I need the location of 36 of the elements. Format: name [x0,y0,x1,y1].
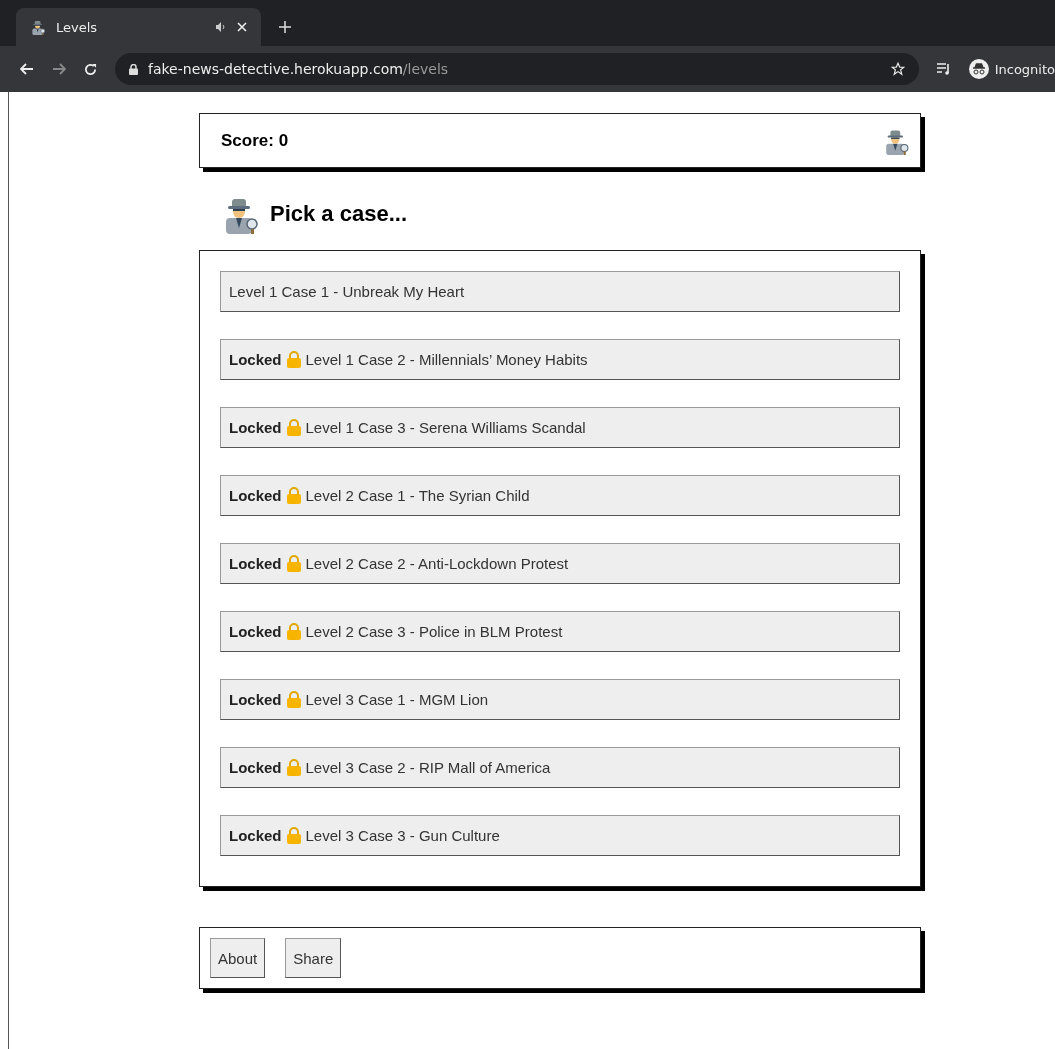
padlock-icon [286,351,301,368]
case-button[interactable]: Locked Level 3 Case 1 - MGM Lion [220,679,900,720]
page-heading: Pick a case... [270,201,407,227]
incognito-icon[interactable] [968,59,989,79]
profile-label[interactable]: Incognito [994,61,1055,77]
footer-button[interactable]: Share [285,938,342,978]
forward-icon[interactable] [52,63,66,75]
padlock-icon [286,759,301,776]
new-tab-icon[interactable] [279,21,291,33]
case-button[interactable]: Locked Level 1 Case 3 - Serena Williams Scandal [220,407,900,448]
padlock-icon [286,623,301,640]
case-button[interactable]: Locked Level 2 Case 1 - The Syrian Child [220,475,900,516]
speaker-icon[interactable] [216,22,227,32]
padlock-icon [286,487,301,504]
address-field[interactable]: fake-news-detective.herokuapp.com/levels [115,53,919,85]
padlock-icon [286,827,301,844]
case-button[interactable]: Locked Level 3 Case 2 - RIP Mall of America [220,747,900,788]
padlock-icon [286,691,301,708]
lock-icon [129,63,138,75]
footer-button[interactable]: About [210,938,266,978]
star-icon[interactable] [890,62,905,76]
padlock-icon [286,555,301,572]
reload-icon[interactable] [84,62,97,76]
case-button[interactable]: Locked Level 2 Case 2 - Anti-Lockdown Protest [220,543,900,584]
case-button[interactable]: Locked Level 1 Case 2 - Millennials’ Money Habits [220,339,900,380]
padlock-icon [286,419,301,436]
favicon-icon [30,19,46,35]
case-button[interactable]: Locked Level 3 Case 3 - Gun Culture [220,815,900,856]
media-icon[interactable] [936,63,951,75]
case-button[interactable]: Locked Level 2 Case 3 - Police in BLM Protest [220,611,900,652]
case-button[interactable]: Level 1 Case 1 - Unbreak My Heart [220,271,900,312]
browser-tab[interactable]: Levels [16,8,261,46]
close-icon[interactable] [237,22,247,32]
back-icon[interactable] [20,63,34,75]
score-label: Score: 0 [221,130,289,151]
tab-title: Levels [56,19,99,35]
